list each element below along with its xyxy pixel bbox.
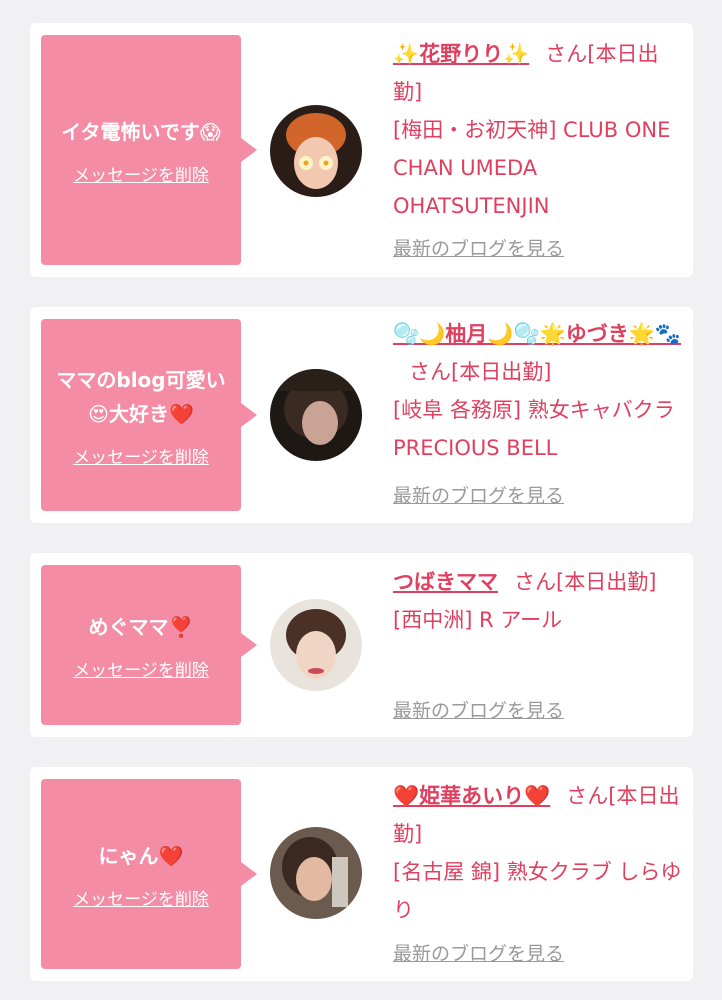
cast-name-link[interactable]: ✨花野りり✨ — [393, 42, 529, 66]
avatar-photo — [270, 599, 362, 691]
shop-name: [梅田・お初天神] CLUB ONE CHAN UMEDA OHATSUTENJ… — [393, 118, 671, 218]
avatar-photo — [270, 105, 362, 197]
shop-name: [岐阜 各務原] 熟女キャバクラ PRECIOUS BELL — [393, 398, 675, 460]
cast-info: ✨花野りり✨ さん[本日出勤] [梅田・お初天神] CLUB ONE CHAN U… — [393, 35, 683, 225]
latest-blog-link[interactable]: 最新のブログを見る — [393, 939, 564, 966]
message-text: ママのblog可愛い😍大好き❤️ — [56, 367, 226, 426]
message-bubble: めぐママ❣️ メッセージを削除 — [41, 565, 257, 725]
message-text: にゃん❤️ — [98, 843, 184, 868]
avatar-photo — [270, 369, 362, 461]
cast-name-link[interactable]: つばきママ — [393, 570, 498, 594]
avatar[interactable] — [270, 369, 362, 461]
cast-info: ❤️姫華あいり❤️ さん[本日出勤] [名古屋 錦] 熟女クラブ しらゆり — [393, 777, 683, 929]
message-text: めぐママ❣️ — [88, 614, 194, 639]
cast-info: つばきママ さん[本日出勤] [西中洲] R アール — [393, 563, 683, 639]
message-card: めぐママ❣️ メッセージを削除 つばきママ さん[本日出勤] [西中洲] R アー… — [30, 553, 693, 737]
delete-message-link[interactable]: メッセージを削除 — [73, 161, 209, 186]
delete-message-link[interactable]: メッセージを削除 — [73, 656, 209, 681]
message-card: ママのblog可愛い😍大好き❤️ メッセージを削除 🫧🌙柚月🌙🫧🌟ゆづき🌟🐾 さん… — [30, 307, 693, 523]
message-card: にゃん❤️ メッセージを削除 ❤️姫華あいり❤️ さん[本日出勤] [名古屋 錦]… — [30, 767, 693, 981]
shop-name: [名古屋 錦] 熟女クラブ しらゆり — [393, 860, 682, 922]
message-bubble: ママのblog可愛い😍大好き❤️ メッセージを削除 — [41, 319, 257, 511]
shop-name: [西中洲] R アール — [393, 608, 563, 632]
cast-status: さん[本日出勤] — [514, 570, 657, 594]
message-text: イタ電怖いです😱 — [61, 119, 221, 144]
message-card: イタ電怖いです😱 メッセージを削除 ✨花野りり✨ さん[本日出勤] [梅田・お初天… — [30, 23, 693, 277]
avatar[interactable] — [270, 599, 362, 691]
delete-message-link[interactable]: メッセージを削除 — [73, 443, 209, 468]
cast-name-link[interactable]: ❤️姫華あいり❤️ — [393, 784, 550, 808]
latest-blog-link[interactable]: 最新のブログを見る — [393, 234, 564, 261]
latest-blog-link[interactable]: 最新のブログを見る — [393, 481, 564, 508]
latest-blog-link[interactable]: 最新のブログを見る — [393, 696, 564, 723]
message-bubble: にゃん❤️ メッセージを削除 — [41, 779, 257, 969]
cast-status: さん[本日出勤] — [409, 360, 552, 384]
delete-message-link[interactable]: メッセージを削除 — [73, 885, 209, 910]
avatar-photo — [270, 827, 362, 919]
cast-info: 🫧🌙柚月🌙🫧🌟ゆづき🌟🐾 さん[本日出勤] [岐阜 各務原] 熟女キャバクラ PR… — [393, 315, 683, 467]
avatar[interactable] — [270, 105, 362, 197]
avatar[interactable] — [270, 827, 362, 919]
message-bubble: イタ電怖いです😱 メッセージを削除 — [41, 35, 257, 265]
cast-name-link[interactable]: 🫧🌙柚月🌙🫧🌟ゆづき🌟🐾 — [393, 322, 681, 346]
